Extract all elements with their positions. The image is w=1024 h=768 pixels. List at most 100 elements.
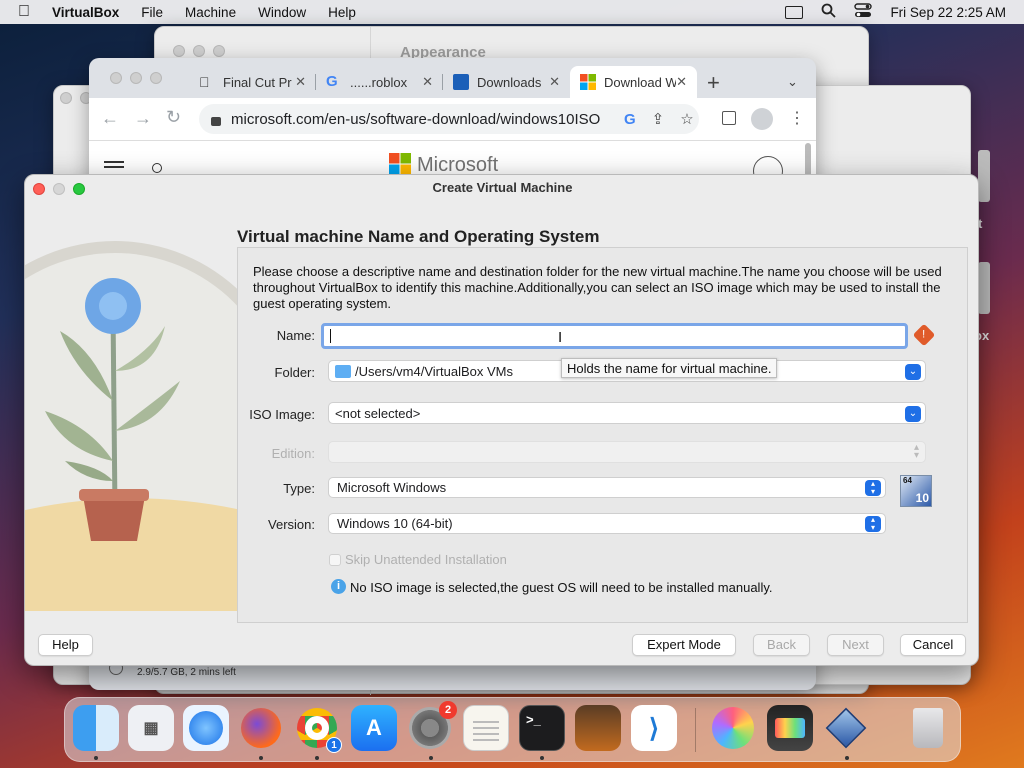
google-icon: G bbox=[326, 73, 338, 90]
edition-select: ▴ ▾ bbox=[328, 441, 926, 463]
iso-image-select[interactable]: <not selected> ⌄ bbox=[328, 402, 926, 424]
kebab-menu-icon[interactable]: ⋮ bbox=[789, 108, 805, 128]
expert-mode-button[interactable]: Expert Mode bbox=[632, 634, 736, 656]
version-label: Version: bbox=[268, 517, 315, 532]
dialog-title: Create Virtual Machine bbox=[432, 180, 573, 195]
menu-window[interactable]: Window bbox=[258, 5, 306, 20]
tab-label: Final Cut Pr bbox=[223, 74, 292, 90]
skip-unattended-label: Skip Unattended Installation bbox=[345, 552, 507, 567]
minimize-window-button[interactable] bbox=[53, 183, 65, 195]
tab-final-cut[interactable]:  Final Cut Pr ✕ bbox=[189, 66, 316, 98]
stepper-icon: ▴ ▾ bbox=[913, 442, 919, 461]
tab-label: ......roblox bbox=[350, 74, 408, 90]
running-indicator bbox=[259, 756, 263, 760]
close-icon[interactable]: ✕ bbox=[549, 74, 560, 90]
close-icon[interactable]: ✕ bbox=[676, 74, 687, 90]
virtualbox-icon[interactable] bbox=[823, 705, 869, 751]
forward-arrow-icon[interactable]: → bbox=[134, 108, 152, 129]
running-indicator bbox=[845, 756, 849, 760]
safari-icon[interactable] bbox=[183, 705, 229, 751]
tab-roblox[interactable]: G ......roblox ✕ bbox=[316, 66, 443, 98]
side-panel-icon[interactable] bbox=[722, 111, 736, 125]
dock: ▦ 1 A 2 >_ ⟩ bbox=[64, 697, 961, 762]
search-icon[interactable] bbox=[152, 163, 162, 173]
folder-icon bbox=[335, 364, 351, 378]
wizard-description: Please choose a descriptive name and des… bbox=[253, 264, 942, 311]
menu-machine[interactable]: Machine bbox=[185, 5, 236, 20]
address-bar[interactable]: microsoft.com/en-us/software-download/wi… bbox=[199, 104, 699, 134]
tab-search-chevron-icon[interactable]: ⌄ bbox=[787, 74, 798, 90]
windows-os-badge-icon: 64 10 bbox=[900, 475, 932, 507]
os-badge-bits: 64 bbox=[903, 476, 912, 485]
menu-bar:  VirtualBox File Machine Window Help Fr… bbox=[0, 0, 1024, 24]
close-window-button[interactable] bbox=[33, 183, 45, 195]
tab-strip:  Final Cut Pr ✕ G ......roblox ✕ Downlo… bbox=[189, 66, 697, 98]
skip-unattended-checkbox[interactable] bbox=[329, 554, 341, 566]
text-cursor-icon: I bbox=[558, 329, 563, 346]
launchpad-icon[interactable]: ▦ bbox=[128, 705, 174, 751]
browser-toolbar: ← → ↻ microsoft.com/en-us/software-downl… bbox=[89, 98, 816, 140]
chrome-icon[interactable]: 1 bbox=[294, 705, 342, 753]
version-value: Windows 10 (64-bit) bbox=[337, 516, 453, 531]
menu-app-name[interactable]: VirtualBox bbox=[52, 5, 119, 20]
profile-avatar-icon[interactable] bbox=[751, 108, 773, 130]
close-icon[interactable]: ✕ bbox=[422, 74, 433, 90]
download-status: 2.9/5.7 GB, 2 mins left bbox=[137, 667, 236, 678]
version-select[interactable]: Windows 10 (64-bit) ▴ ▾ bbox=[328, 513, 886, 534]
share-icon[interactable]: ⇪ bbox=[652, 110, 665, 128]
menu-file[interactable]: File bbox=[141, 5, 163, 20]
hamburger-menu-icon[interactable] bbox=[104, 161, 124, 163]
terminal-icon[interactable]: >_ bbox=[519, 705, 565, 751]
final-cut-pro-icon[interactable] bbox=[767, 705, 813, 751]
pixelmator-icon[interactable] bbox=[710, 705, 756, 751]
spotlight-search-icon[interactable] bbox=[821, 3, 837, 21]
tab-downloads[interactable]: Downloads ✕ bbox=[443, 66, 570, 98]
garageband-icon[interactable] bbox=[575, 705, 621, 751]
cancel-button[interactable]: Cancel bbox=[900, 634, 966, 656]
zoom-window-button[interactable] bbox=[73, 183, 85, 195]
windows-icon bbox=[453, 74, 469, 90]
name-label: Name: bbox=[276, 328, 315, 343]
next-button[interactable]: Next bbox=[827, 634, 884, 656]
settings-badge: 2 bbox=[439, 701, 457, 719]
microsoft-icon bbox=[580, 74, 596, 90]
info-icon: i bbox=[331, 579, 346, 594]
edition-label: Edition: bbox=[271, 446, 315, 461]
finder-icon[interactable] bbox=[73, 705, 119, 751]
help-button[interactable]: Help bbox=[38, 634, 93, 656]
google-lens-icon[interactable]: G bbox=[624, 111, 636, 128]
name-input[interactable] bbox=[321, 323, 908, 349]
textedit-icon[interactable] bbox=[463, 705, 509, 751]
folder-label: Folder: bbox=[274, 365, 315, 380]
tab-download-windows[interactable]: Download W ✕ bbox=[570, 66, 697, 98]
create-vm-dialog[interactable]: Create Virtual Machine Virtual machine N… bbox=[24, 174, 979, 666]
type-select[interactable]: Microsoft Windows ▴ ▾ bbox=[328, 477, 886, 498]
system-settings-icon[interactable]: 2 bbox=[407, 701, 457, 751]
close-icon[interactable]: ✕ bbox=[295, 74, 306, 90]
chevron-down-icon[interactable]: ⌄ bbox=[905, 406, 921, 422]
new-tab-icon[interactable]: + bbox=[707, 70, 720, 96]
tab-label: Downloads bbox=[477, 74, 542, 90]
menu-help[interactable]: Help bbox=[328, 5, 356, 20]
back-button[interactable]: Back bbox=[753, 634, 810, 656]
microsoft-logo-icon[interactable] bbox=[389, 153, 411, 175]
control-center-icon[interactable] bbox=[854, 3, 873, 21]
apple-menu-icon[interactable]:  bbox=[18, 3, 30, 21]
screen-mirroring-icon[interactable] bbox=[785, 5, 804, 19]
chevron-down-icon[interactable]: ⌄ bbox=[905, 364, 921, 380]
reload-icon[interactable]: ↻ bbox=[166, 107, 181, 128]
chrome-badge: 1 bbox=[326, 737, 342, 753]
trash-icon[interactable] bbox=[905, 705, 951, 751]
vscode-icon[interactable]: ⟩ bbox=[631, 705, 677, 751]
iso-image-label: ISO Image: bbox=[249, 407, 315, 422]
menubar-clock[interactable]: Fri Sep 22 2:25 AM bbox=[890, 5, 1006, 20]
bookmark-star-icon[interactable]: ☆ bbox=[680, 110, 693, 128]
desktop-drive-icon[interactable] bbox=[978, 150, 990, 202]
back-arrow-icon[interactable]: ← bbox=[101, 108, 119, 129]
app-store-icon[interactable]: A bbox=[351, 705, 397, 751]
stepper-icon[interactable]: ▴ ▾ bbox=[865, 516, 881, 532]
stepper-icon[interactable]: ▴ ▾ bbox=[865, 480, 881, 496]
folder-value: /Users/vm4/VirtualBox VMs bbox=[355, 363, 513, 379]
firefox-icon[interactable] bbox=[238, 705, 284, 751]
desktop-drive-icon-2[interactable] bbox=[978, 262, 990, 314]
